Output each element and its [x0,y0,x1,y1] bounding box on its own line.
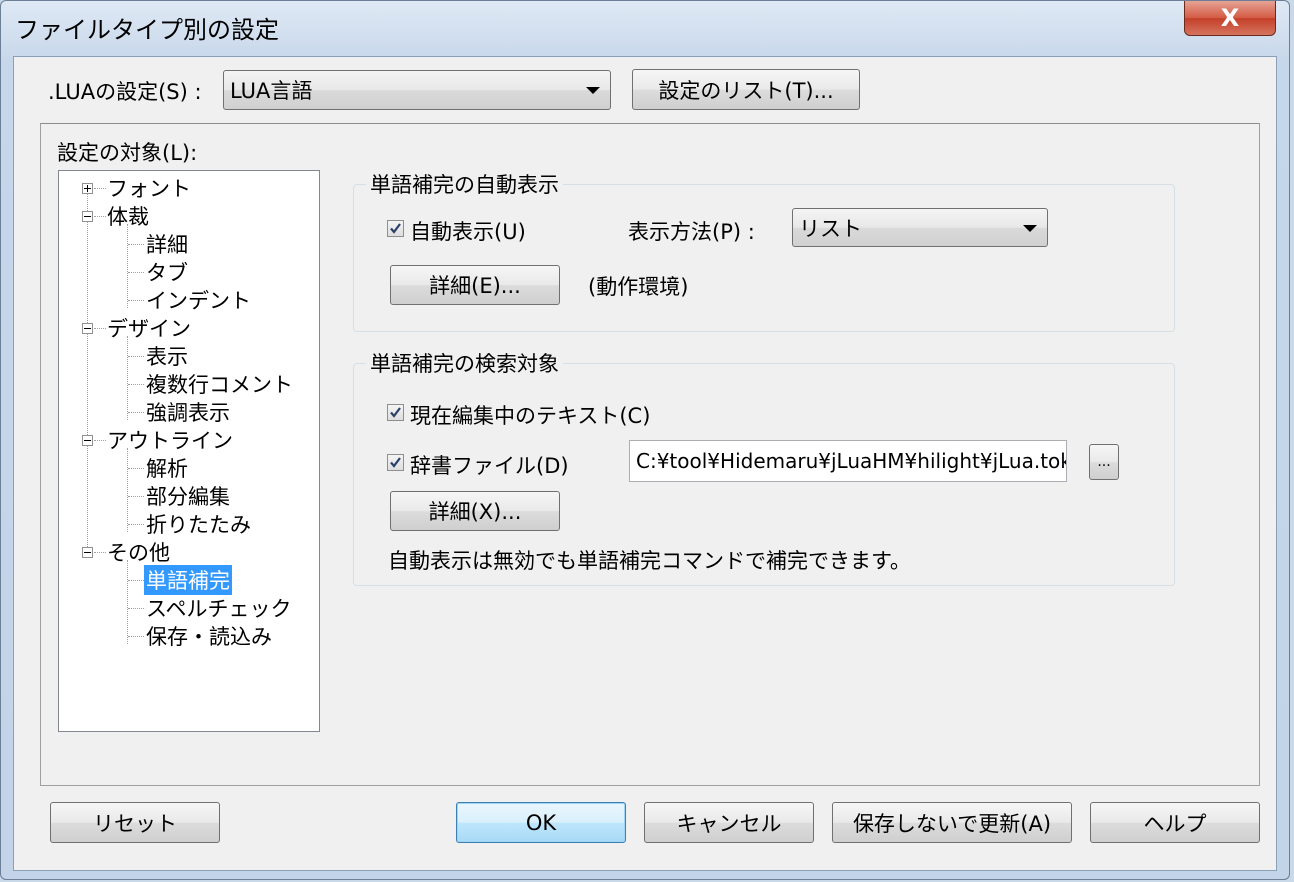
tree-collapse-icon[interactable] [82,323,93,334]
auto-display-group-title: 単語補完の自動表示 [366,169,563,199]
browse-button[interactable]: ... [1089,444,1119,480]
dict-path-input[interactable]: C:¥tool¥Hidemaru¥jLuaHM¥hilight¥jLua.tok [629,440,1067,482]
search-target-group: 単語補完の検索対象 現在編集中のテキスト(C) 辞書ファイル(D) C:¥too… [353,348,1175,586]
dialog-window: ファイルタイプ別の設定 X .LUAの設定(S) : LUA言語 設定のリスト(… [0,0,1290,880]
tree-connector [94,328,106,329]
checkmark-icon [390,407,401,418]
tree-connector [128,468,144,469]
close-button[interactable]: X [1184,1,1276,36]
checkmark-icon [390,223,401,234]
tree-connector [94,552,106,553]
tree-item-other[interactable]: その他 [107,537,170,567]
tree-item-design[interactable]: デザイン [107,313,191,343]
tree-item-display[interactable]: 表示 [146,341,188,371]
tree-connector [128,524,144,525]
settings-list-button[interactable]: 設定のリスト(T)... [632,69,860,110]
tree-connector [128,356,144,357]
tree-expand-icon[interactable] [82,183,93,194]
search-target-group-title: 単語補完の検索対象 [366,348,563,378]
tree-item-save-load[interactable]: 保存・読込み [146,621,272,651]
dropdown-arrow-icon [1023,224,1037,232]
tree-connector [128,580,144,581]
tree-item-multiline-comment[interactable]: 複数行コメント [146,369,293,399]
close-icon: X [1220,4,1240,32]
help-button[interactable]: ヘルプ [1090,802,1260,843]
settings-tree[interactable]: フォント 体裁 詳細 タブ インデント デザイン 表示 複数行コメント 強調表示 [58,170,320,732]
tree-branch-line [127,448,128,532]
tree-item-indent[interactable]: インデント [146,285,251,315]
tree-collapse-icon[interactable] [82,547,93,558]
tree-item-folding[interactable]: 折りたたみ [146,509,251,539]
setting-combo[interactable]: LUA言語 [223,70,611,110]
window-title: ファイルタイプ別の設定 [15,16,279,44]
tree-item-analysis[interactable]: 解析 [146,453,188,483]
title-bar[interactable]: ファイルタイプ別の設定 X [1,1,1289,51]
dict-path-value: C:¥tool¥Hidemaru¥jLuaHM¥hilight¥jLua.tok [636,449,1067,473]
checkmark-icon [390,457,401,468]
reset-button[interactable]: リセット [50,802,220,843]
environment-note: (動作環境) [588,275,689,299]
setting-label: .LUAの設定(S) : [48,80,202,104]
auto-display-checkbox[interactable] [387,220,404,237]
tree-item-spellcheck[interactable]: スペルチェック [146,593,292,623]
tree-connector [128,244,144,245]
tree-collapse-icon[interactable] [82,435,93,446]
tree-connector [128,496,144,497]
tree-connector [94,440,106,441]
auto-display-group: 単語補完の自動表示 自動表示(U) 表示方法(P) : リスト 詳細(E)...… [353,169,1175,332]
settings-panel: 設定の対象(L): フォント 体裁 詳細 タブ インデント デザイン 表示 複数… [40,123,1260,786]
update-without-save-button[interactable]: 保存しないで更新(A) [832,802,1072,843]
tree-item-detail[interactable]: 詳細 [146,229,188,259]
dropdown-arrow-icon [586,87,600,94]
tree-connector [128,384,144,385]
setting-combo-value: LUA言語 [230,79,313,103]
tree-label: 設定の対象(L): [57,141,198,165]
tree-connector [128,300,144,301]
tree-item-word-completion[interactable]: 単語補完 [144,565,232,595]
tree-connector [94,188,106,189]
tree-branch-line [127,224,128,308]
auto-display-label[interactable]: 自動表示(U) [410,216,526,246]
display-method-value: リスト [799,216,862,241]
current-text-checkbox[interactable] [387,404,404,421]
auto-display-detail-button[interactable]: 詳細(E)... [390,265,560,305]
dict-file-checkbox[interactable] [387,454,404,471]
tree-root-line [87,187,88,557]
tree-connector [128,636,144,637]
cancel-button[interactable]: キャンセル [644,802,814,843]
tree-connector [128,272,144,273]
tree-branch-line [127,336,128,420]
completion-note: 自動表示は無効でも単語補完コマンドで補完できます。 [388,549,911,573]
tree-item-outline[interactable]: アウトライン [107,425,233,455]
tree-item-tab[interactable]: タブ [146,257,188,287]
tree-connector [128,608,144,609]
search-detail-button[interactable]: 詳細(X)... [390,491,560,531]
display-method-label: 表示方法(P) : [628,220,755,244]
tree-item-partial-edit[interactable]: 部分編集 [146,481,230,511]
tree-collapse-icon[interactable] [82,211,93,222]
dialog-client: .LUAの設定(S) : LUA言語 設定のリスト(T)... 設定の対象(L)… [13,56,1277,871]
tree-item-font[interactable]: フォント [107,173,191,203]
display-method-combo[interactable]: リスト [792,208,1048,247]
current-text-label[interactable]: 現在編集中のテキスト(C) [410,400,650,430]
tree-connector [128,412,144,413]
tree-branch-line [127,560,128,644]
tree-item-highlight[interactable]: 強調表示 [146,397,230,427]
tree-item-layout[interactable]: 体裁 [107,201,149,231]
tree-connector [94,216,106,217]
ok-button[interactable]: OK [456,802,626,843]
dict-file-label[interactable]: 辞書ファイル(D) [410,450,569,480]
